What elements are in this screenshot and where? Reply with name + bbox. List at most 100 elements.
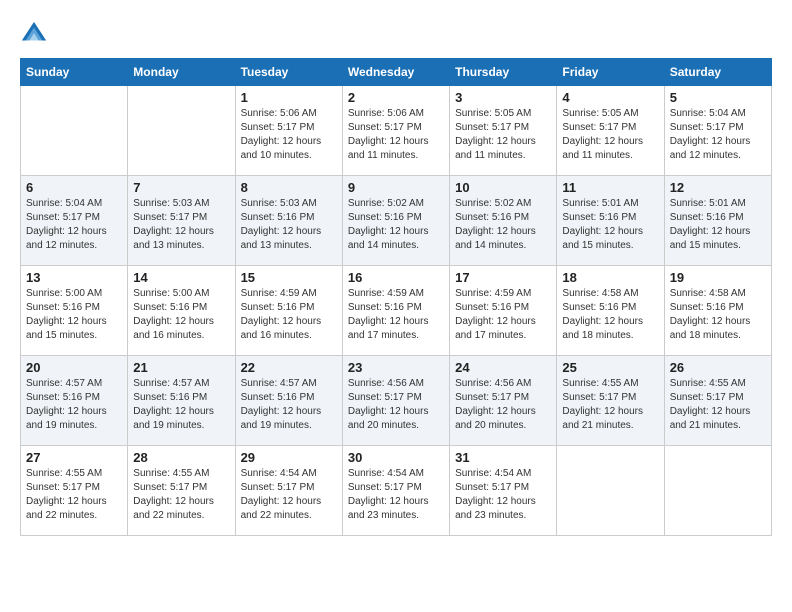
calendar-cell: 3 Sunrise: 5:05 AM Sunset: 5:17 PM Daylig…	[450, 86, 557, 176]
day-detail: Sunrise: 4:57 AM Sunset: 5:16 PM Dayligh…	[241, 377, 337, 433]
day-number: 4	[562, 90, 658, 105]
calendar-cell: 9 Sunrise: 5:02 AM Sunset: 5:16 PM Daylig…	[342, 176, 449, 266]
logo-icon	[20, 20, 48, 48]
day-detail: Sunrise: 4:56 AM Sunset: 5:17 PM Dayligh…	[348, 377, 444, 433]
day-detail: Sunrise: 5:02 AM Sunset: 5:16 PM Dayligh…	[455, 197, 551, 253]
day-detail: Sunrise: 4:59 AM Sunset: 5:16 PM Dayligh…	[241, 287, 337, 343]
col-header-sunday: Sunday	[21, 59, 128, 86]
calendar-cell: 7 Sunrise: 5:03 AM Sunset: 5:17 PM Daylig…	[128, 176, 235, 266]
day-number: 3	[455, 90, 551, 105]
logo	[20, 20, 52, 48]
calendar-cell: 19 Sunrise: 4:58 AM Sunset: 5:16 PM Dayli…	[664, 266, 771, 356]
calendar-cell: 6 Sunrise: 5:04 AM Sunset: 5:17 PM Daylig…	[21, 176, 128, 266]
day-number: 13	[26, 270, 122, 285]
calendar-cell: 20 Sunrise: 4:57 AM Sunset: 5:16 PM Dayli…	[21, 356, 128, 446]
day-number: 26	[670, 360, 766, 375]
day-detail: Sunrise: 5:05 AM Sunset: 5:17 PM Dayligh…	[455, 107, 551, 163]
day-detail: Sunrise: 5:04 AM Sunset: 5:17 PM Dayligh…	[26, 197, 122, 253]
calendar-cell: 25 Sunrise: 4:55 AM Sunset: 5:17 PM Dayli…	[557, 356, 664, 446]
day-number: 7	[133, 180, 229, 195]
calendar-cell: 11Sunrise: 5:01 AM Sunset: 5:16 PM Dayli…	[557, 176, 664, 266]
day-detail: Sunrise: 5:05 AM Sunset: 5:17 PM Dayligh…	[562, 107, 658, 163]
day-number: 27	[26, 450, 122, 465]
calendar-cell: 31 Sunrise: 4:54 AM Sunset: 5:17 PM Dayli…	[450, 446, 557, 536]
col-header-saturday: Saturday	[664, 59, 771, 86]
day-number: 9	[348, 180, 444, 195]
day-number: 12	[670, 180, 766, 195]
day-number: 17	[455, 270, 551, 285]
day-detail: Sunrise: 4:58 AM Sunset: 5:16 PM Dayligh…	[670, 287, 766, 343]
calendar-cell: 24 Sunrise: 4:56 AM Sunset: 5:17 PM Dayli…	[450, 356, 557, 446]
calendar-cell: 29 Sunrise: 4:54 AM Sunset: 5:17 PM Dayli…	[235, 446, 342, 536]
calendar-week-row: 1 Sunrise: 5:06 AM Sunset: 5:17 PM Daylig…	[21, 86, 772, 176]
day-number: 21	[133, 360, 229, 375]
calendar-cell: 26 Sunrise: 4:55 AM Sunset: 5:17 PM Dayli…	[664, 356, 771, 446]
day-detail: Sunrise: 4:57 AM Sunset: 5:16 PM Dayligh…	[26, 377, 122, 433]
day-number: 29	[241, 450, 337, 465]
calendar-cell: 30 Sunrise: 4:54 AM Sunset: 5:17 PM Dayli…	[342, 446, 449, 536]
day-number: 10	[455, 180, 551, 195]
calendar-cell: 21 Sunrise: 4:57 AM Sunset: 5:16 PM Dayli…	[128, 356, 235, 446]
day-detail: Sunrise: 4:55 AM Sunset: 5:17 PM Dayligh…	[670, 377, 766, 433]
calendar-cell: 2 Sunrise: 5:06 AM Sunset: 5:17 PM Daylig…	[342, 86, 449, 176]
calendar-cell: 10 Sunrise: 5:02 AM Sunset: 5:16 PM Dayli…	[450, 176, 557, 266]
col-header-wednesday: Wednesday	[342, 59, 449, 86]
day-number: 15	[241, 270, 337, 285]
day-detail: Sunrise: 5:01 AM Sunset: 5:16 PM Dayligh…	[562, 197, 658, 253]
day-detail: Sunrise: 5:03 AM Sunset: 5:17 PM Dayligh…	[133, 197, 229, 253]
day-detail: Sunrise: 5:01 AM Sunset: 5:16 PM Dayligh…	[670, 197, 766, 253]
day-number: 24	[455, 360, 551, 375]
day-detail: Sunrise: 4:55 AM Sunset: 5:17 PM Dayligh…	[26, 467, 122, 523]
day-detail: Sunrise: 4:57 AM Sunset: 5:16 PM Dayligh…	[133, 377, 229, 433]
day-number: 6	[26, 180, 122, 195]
calendar-cell: 5 Sunrise: 5:04 AM Sunset: 5:17 PM Daylig…	[664, 86, 771, 176]
col-header-thursday: Thursday	[450, 59, 557, 86]
day-number: 5	[670, 90, 766, 105]
day-detail: Sunrise: 4:58 AM Sunset: 5:16 PM Dayligh…	[562, 287, 658, 343]
day-number: 1	[241, 90, 337, 105]
calendar-cell: 14 Sunrise: 5:00 AM Sunset: 5:16 PM Dayli…	[128, 266, 235, 356]
calendar-cell: 4 Sunrise: 5:05 AM Sunset: 5:17 PM Daylig…	[557, 86, 664, 176]
day-number: 30	[348, 450, 444, 465]
day-detail: Sunrise: 5:00 AM Sunset: 5:16 PM Dayligh…	[133, 287, 229, 343]
day-detail: Sunrise: 4:55 AM Sunset: 5:17 PM Dayligh…	[133, 467, 229, 523]
day-detail: Sunrise: 4:54 AM Sunset: 5:17 PM Dayligh…	[348, 467, 444, 523]
calendar-cell: 17 Sunrise: 4:59 AM Sunset: 5:16 PM Dayli…	[450, 266, 557, 356]
day-detail: Sunrise: 4:59 AM Sunset: 5:16 PM Dayligh…	[455, 287, 551, 343]
day-number: 14	[133, 270, 229, 285]
day-detail: Sunrise: 5:02 AM Sunset: 5:16 PM Dayligh…	[348, 197, 444, 253]
day-detail: Sunrise: 4:54 AM Sunset: 5:17 PM Dayligh…	[241, 467, 337, 523]
calendar-cell: 15 Sunrise: 4:59 AM Sunset: 5:16 PM Dayli…	[235, 266, 342, 356]
day-detail: Sunrise: 5:04 AM Sunset: 5:17 PM Dayligh…	[670, 107, 766, 163]
day-number: 8	[241, 180, 337, 195]
calendar-week-row: 27 Sunrise: 4:55 AM Sunset: 5:17 PM Dayli…	[21, 446, 772, 536]
calendar-cell: 23 Sunrise: 4:56 AM Sunset: 5:17 PM Dayli…	[342, 356, 449, 446]
day-detail: Sunrise: 4:55 AM Sunset: 5:17 PM Dayligh…	[562, 377, 658, 433]
calendar-cell: 27 Sunrise: 4:55 AM Sunset: 5:17 PM Dayli…	[21, 446, 128, 536]
calendar-cell: 28 Sunrise: 4:55 AM Sunset: 5:17 PM Dayli…	[128, 446, 235, 536]
calendar-cell: 16 Sunrise: 4:59 AM Sunset: 5:16 PM Dayli…	[342, 266, 449, 356]
day-number: 19	[670, 270, 766, 285]
day-detail: Sunrise: 4:56 AM Sunset: 5:17 PM Dayligh…	[455, 377, 551, 433]
calendar-header-row: SundayMondayTuesdayWednesdayThursdayFrid…	[21, 59, 772, 86]
calendar-cell: 12 Sunrise: 5:01 AM Sunset: 5:16 PM Dayli…	[664, 176, 771, 266]
day-number: 31	[455, 450, 551, 465]
calendar-cell: 8 Sunrise: 5:03 AM Sunset: 5:16 PM Daylig…	[235, 176, 342, 266]
day-detail: Sunrise: 4:54 AM Sunset: 5:17 PM Dayligh…	[455, 467, 551, 523]
calendar-cell: 13Sunrise: 5:00 AM Sunset: 5:16 PM Dayli…	[21, 266, 128, 356]
day-number: 25	[562, 360, 658, 375]
calendar-cell: 1Sunrise: 5:06 AM Sunset: 5:17 PM Daylig…	[235, 86, 342, 176]
day-number: 28	[133, 450, 229, 465]
day-number: 2	[348, 90, 444, 105]
col-header-friday: Friday	[557, 59, 664, 86]
day-number: 20	[26, 360, 122, 375]
day-detail: Sunrise: 5:03 AM Sunset: 5:16 PM Dayligh…	[241, 197, 337, 253]
day-detail: Sunrise: 5:06 AM Sunset: 5:17 PM Dayligh…	[348, 107, 444, 163]
calendar-table: SundayMondayTuesdayWednesdayThursdayFrid…	[20, 58, 772, 536]
day-number: 18	[562, 270, 658, 285]
calendar-week-row: 20 Sunrise: 4:57 AM Sunset: 5:16 PM Dayli…	[21, 356, 772, 446]
day-number: 16	[348, 270, 444, 285]
calendar-cell	[557, 446, 664, 536]
day-number: 23	[348, 360, 444, 375]
day-detail: Sunrise: 4:59 AM Sunset: 5:16 PM Dayligh…	[348, 287, 444, 343]
